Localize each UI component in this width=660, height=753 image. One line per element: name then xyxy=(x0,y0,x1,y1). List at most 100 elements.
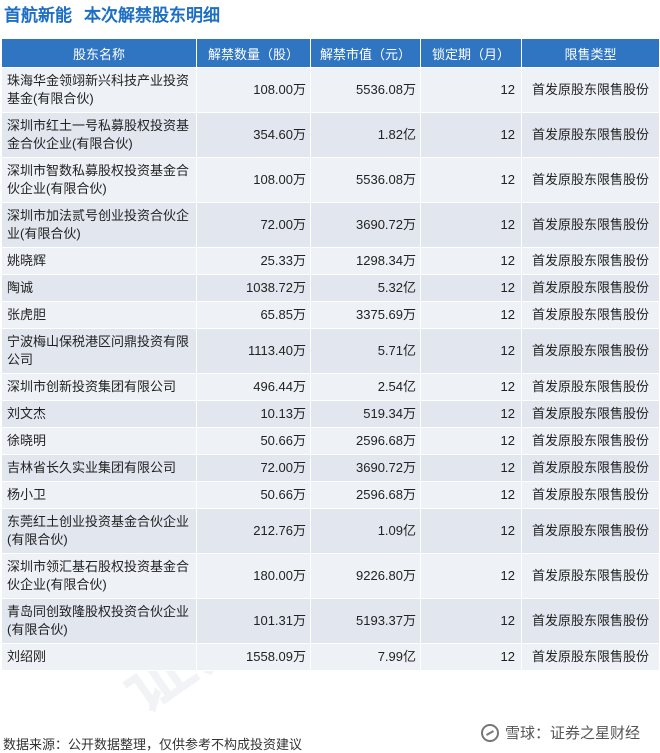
cell-unlock-value: 2.54亿 xyxy=(310,373,421,401)
title-subtitle: 本次解禁股东明细 xyxy=(84,6,220,25)
cell-unlock-value: 9226.80万 xyxy=(310,553,421,599)
cell-restriction-type: 首发原股东限售股份 xyxy=(521,643,660,671)
cell-restriction-type: 首发原股东限售股份 xyxy=(521,157,660,203)
cell-unlock-value: 7.99亿 xyxy=(310,643,421,671)
cell-lock-period: 12 xyxy=(420,508,522,554)
cell-unlock-quantity: 1113.40万 xyxy=(196,328,311,374)
table-row: 陶诚 1038.72万 5.32亿 12 首发原股东限售股份 xyxy=(1,274,660,302)
cell-lock-period: 12 xyxy=(420,553,522,599)
header-lock-period: 锁定期（月） xyxy=(420,38,522,68)
cell-shareholder-name: 刘绍刚 xyxy=(1,643,197,671)
cell-shareholder-name: 深圳市领汇基石股权投资基金合伙企业(有限合伙) xyxy=(1,553,197,599)
table-row: 深圳市智数私募股权投资基金合伙企业(有限合伙) 108.00万 5536.08万 12… xyxy=(1,157,660,203)
cell-lock-period: 12 xyxy=(420,157,522,203)
cell-unlock-value: 2596.68万 xyxy=(310,481,421,509)
cell-restriction-type: 首发原股东限售股份 xyxy=(521,373,660,401)
cell-unlock-quantity: 50.66万 xyxy=(196,427,311,455)
cell-lock-period: 12 xyxy=(420,328,522,374)
cell-unlock-quantity: 1038.72万 xyxy=(196,274,311,302)
cell-unlock-value: 5536.08万 xyxy=(310,157,421,203)
cell-restriction-type: 首发原股东限售股份 xyxy=(521,454,660,482)
table-row: 刘文杰 10.13万 519.34万 12 首发原股东限售股份 xyxy=(1,400,660,428)
table-row: 杨小卫 50.66万 2596.68万 12 首发原股东限售股份 xyxy=(1,481,660,509)
cell-restriction-type: 首发原股东限售股份 xyxy=(521,508,660,554)
table-row: 珠海华金领翊新兴科技产业投资基金(有限合伙) 108.00万 5536.08万 12 首… xyxy=(1,67,660,113)
cell-unlock-quantity: 212.76万 xyxy=(196,508,311,554)
cell-restriction-type: 首发原股东限售股份 xyxy=(521,328,660,374)
cell-restriction-type: 首发原股东限售股份 xyxy=(521,481,660,509)
table-row: 徐晓明 50.66万 2596.68万 12 首发原股东限售股份 xyxy=(1,427,660,455)
cell-shareholder-name: 深圳市智数私募股权投资基金合伙企业(有限合伙) xyxy=(1,157,197,203)
cell-restriction-type: 首发原股东限售股份 xyxy=(521,553,660,599)
cell-lock-period: 12 xyxy=(420,301,522,329)
table-row: 吉林省长久实业集团有限公司 72.00万 3690.72万 12 首发原股东限售股份 xyxy=(1,454,660,482)
cell-shareholder-name: 徐晓明 xyxy=(1,427,197,455)
cell-lock-period: 12 xyxy=(420,454,522,482)
cell-lock-period: 12 xyxy=(420,643,522,671)
cell-lock-period: 12 xyxy=(420,247,522,275)
cell-shareholder-name: 陶诚 xyxy=(1,274,197,302)
cell-restriction-type: 首发原股东限售股份 xyxy=(521,274,660,302)
cell-shareholder-name: 青岛同创致隆股权投资合伙企业(有限合伙) xyxy=(1,598,197,644)
cell-restriction-type: 首发原股东限售股份 xyxy=(521,427,660,455)
cell-unlock-quantity: 108.00万 xyxy=(196,67,311,113)
table-row: 张虎胆 65.85万 3375.69万 12 首发原股东限售股份 xyxy=(1,301,660,329)
cell-shareholder-name: 张虎胆 xyxy=(1,301,197,329)
data-source-note: 数据来源：公开数据整理，仅供参考不构成投资建议 xyxy=(3,737,303,752)
brand-text: 雪球：证券之星财经 xyxy=(504,725,640,742)
table-row: 宁波梅山保税港区问鼎投资有限公司 1113.40万 5.71亿 12 首发原股东限售股份 xyxy=(1,328,660,374)
table-row: 东莞红土创业投资基金合伙企业(有限合伙) 212.76万 1.09亿 12 首发原股东限… xyxy=(1,508,660,554)
cell-unlock-value: 1.82亿 xyxy=(310,112,421,158)
cell-shareholder-name: 东莞红土创业投资基金合伙企业(有限合伙) xyxy=(1,508,197,554)
table-row: 深圳市创新投资集团有限公司 496.44万 2.54亿 12 首发原股东限售股份 xyxy=(1,373,660,401)
cell-shareholder-name: 杨小卫 xyxy=(1,481,197,509)
cell-lock-period: 12 xyxy=(420,67,522,113)
header-restriction-type: 限售类型 xyxy=(521,38,660,68)
cell-shareholder-name: 刘文杰 xyxy=(1,400,197,428)
cell-unlock-quantity: 1558.09万 xyxy=(196,643,311,671)
table-row: 深圳市红土一号私募股权投资基金合伙企业(有限合伙) 354.60万 1.82亿 12 首… xyxy=(1,112,660,158)
cell-lock-period: 12 xyxy=(420,400,522,428)
cell-unlock-quantity: 65.85万 xyxy=(196,301,311,329)
cell-restriction-type: 首发原股东限售股份 xyxy=(521,247,660,275)
cell-unlock-quantity: 25.33万 xyxy=(196,247,311,275)
cell-lock-period: 12 xyxy=(420,373,522,401)
cell-unlock-value: 3690.72万 xyxy=(310,202,421,248)
cell-unlock-quantity: 72.00万 xyxy=(196,454,311,482)
cell-unlock-quantity: 108.00万 xyxy=(196,157,311,203)
cell-unlock-quantity: 50.66万 xyxy=(196,481,311,509)
header-unlock-quantity: 解禁数量（股） xyxy=(196,38,311,68)
cell-lock-period: 12 xyxy=(420,481,522,509)
cell-lock-period: 12 xyxy=(420,202,522,248)
cell-restriction-type: 首发原股东限售股份 xyxy=(521,202,660,248)
cell-lock-period: 12 xyxy=(420,427,522,455)
cell-unlock-quantity: 72.00万 xyxy=(196,202,311,248)
cell-unlock-value: 5536.08万 xyxy=(310,67,421,113)
page-title: 首航新能 本次解禁股东明细 xyxy=(4,2,654,30)
cell-unlock-value: 1298.34万 xyxy=(310,247,421,275)
cell-restriction-type: 首发原股东限售股份 xyxy=(521,67,660,113)
cell-restriction-type: 首发原股东限售股份 xyxy=(521,598,660,644)
cell-unlock-value: 519.34万 xyxy=(310,400,421,428)
cell-lock-period: 12 xyxy=(420,274,522,302)
cell-unlock-value: 5.71亿 xyxy=(310,328,421,374)
cell-unlock-value: 5.32亿 xyxy=(310,274,421,302)
cell-unlock-quantity: 354.60万 xyxy=(196,112,311,158)
cell-lock-period: 12 xyxy=(420,598,522,644)
cell-unlock-quantity: 496.44万 xyxy=(196,373,311,401)
table-row: 姚晓辉 25.33万 1298.34万 12 首发原股东限售股份 xyxy=(1,247,660,275)
company-name: 首航新能 xyxy=(4,6,72,25)
cell-shareholder-name: 深圳市红土一号私募股权投资基金合伙企业(有限合伙) xyxy=(1,112,197,158)
shareholder-table: 股东名称 解禁数量（股） 解禁市值（元） 锁定期（月） 限售类型 珠海华金领翊新… xyxy=(1,38,660,671)
cell-unlock-value: 3690.72万 xyxy=(310,454,421,482)
cell-restriction-type: 首发原股东限售股份 xyxy=(521,400,660,428)
cell-restriction-type: 首发原股东限售股份 xyxy=(521,112,660,158)
cell-unlock-value: 5193.37万 xyxy=(310,598,421,644)
snowball-logo-icon xyxy=(480,723,499,742)
table-header-row: 股东名称 解禁数量（股） 解禁市值（元） 锁定期（月） 限售类型 xyxy=(1,38,660,68)
cell-unlock-value: 2596.68万 xyxy=(310,427,421,455)
cell-shareholder-name: 姚晓辉 xyxy=(1,247,197,275)
cell-restriction-type: 首发原股东限售股份 xyxy=(521,301,660,329)
cell-unlock-value: 1.09亿 xyxy=(310,508,421,554)
header-shareholder-name: 股东名称 xyxy=(1,38,197,68)
